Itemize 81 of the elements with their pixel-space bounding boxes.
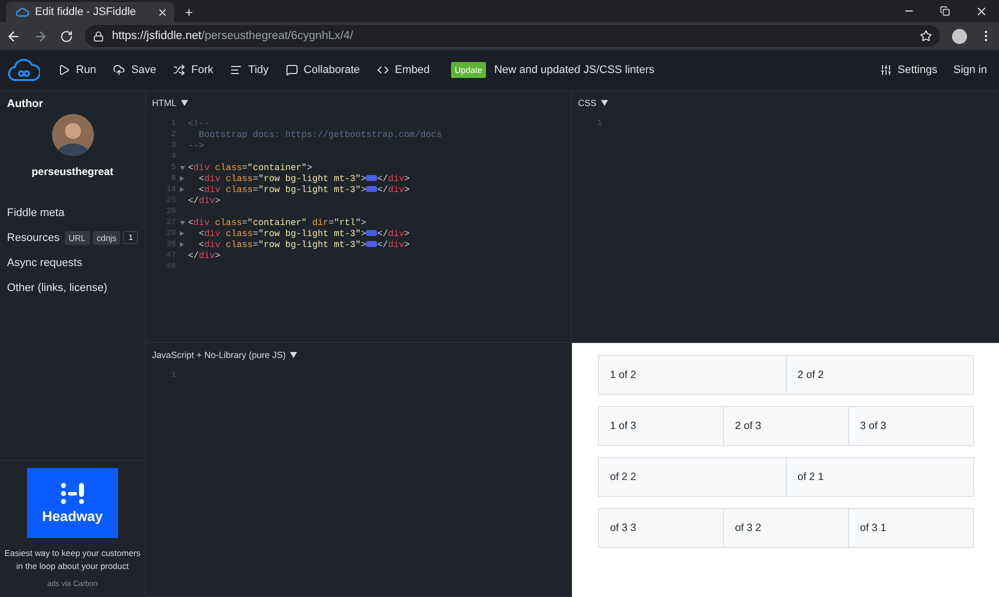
new-tab-button[interactable]: + [178, 2, 200, 22]
update-message: New and updated JS/CSS linters [494, 64, 654, 76]
collapsed-marker-icon[interactable] [366, 241, 378, 248]
play-icon [58, 64, 70, 76]
collapsed-marker-icon[interactable] [366, 230, 378, 236]
close-icon[interactable] [974, 4, 988, 18]
url-text: https://jsfiddle.net/perseusthegreat/6cygnhLx/4/ [112, 30, 354, 42]
code-line: <div class="row bg-light mt-3"> </div> [198, 184, 410, 194]
code-icon [376, 64, 389, 76]
sidebar-item[interactable]: Resources [7, 232, 60, 244]
grid-column: of 3 2 [723, 508, 849, 548]
sidebar-item[interactable]: Fiddle meta [7, 206, 64, 218]
collapsed-marker-icon[interactable] [366, 186, 378, 192]
lock-icon [93, 30, 104, 42]
settings-icon [880, 64, 892, 76]
panel-language-dropdown[interactable]: JavaScript + No-Library (pure JS) [152, 350, 297, 360]
grid-column: of 3 1 [848, 508, 974, 548]
toolbar-button[interactable]: Run [58, 64, 96, 76]
toolbar-button[interactable]: Save [113, 64, 156, 76]
fold-arrow-icon[interactable] [180, 242, 184, 247]
caret-icon [290, 352, 297, 358]
profile-icon[interactable] [952, 28, 967, 44]
avatar-icon [52, 114, 94, 156]
code-line: </div> [188, 250, 220, 260]
grid-column: 1 of 2 [598, 355, 786, 395]
code-line: </div> [188, 196, 220, 206]
toolbar-button[interactable]: Fork [173, 64, 214, 76]
code-line: <div class="container"> [188, 162, 312, 172]
panel-language-dropdown[interactable]: CSS [578, 98, 608, 108]
sidebar-item[interactable]: Async requests [7, 256, 82, 268]
address-field[interactable]: https://jsfiddle.net/perseusthegreat/6cygnhLx/4/ [85, 25, 940, 47]
username[interactable]: perseusthegreat [7, 166, 138, 178]
ad-text[interactable]: Easiest way to keep your customers in the loop about your product [2, 547, 142, 573]
fold-arrow-icon[interactable] [180, 176, 184, 181]
grid-column: 1 of 3 [598, 406, 724, 446]
code-line: <!-- [188, 118, 210, 128]
grid-column: of 2 1 [786, 457, 974, 497]
shuffle-icon [173, 64, 186, 76]
grid-column: 2 of 2 [786, 355, 974, 395]
fold-arrow-icon[interactable] [180, 166, 184, 170]
fold-arrow-icon[interactable] [180, 231, 184, 236]
lines-icon [230, 64, 242, 76]
author-heading: Author [7, 98, 44, 110]
back-button[interactable] [6, 28, 21, 44]
ad-banner[interactable]: Headway [27, 468, 118, 538]
code-line: <div class="row bg-light mt-3"> </div> [198, 228, 410, 238]
fold-arrow-icon[interactable] [180, 187, 184, 192]
code-line: Bootstrap docs: https://getbootstrap.com/docs [198, 130, 442, 140]
reload-button[interactable] [60, 30, 73, 42]
update-badge: Update [450, 62, 486, 78]
settings-button[interactable]: Settings [880, 64, 938, 76]
cloud-logo-icon[interactable] [8, 58, 40, 82]
toolbar-button[interactable]: Tidy [230, 64, 269, 76]
sidebar-item[interactable]: Other (links, license) [7, 282, 108, 294]
panel-language-dropdown[interactable]: HTML [152, 98, 188, 108]
resource-count: 1 [123, 231, 138, 244]
cloud-icon [16, 7, 29, 17]
fold-arrow-icon[interactable] [180, 220, 184, 224]
collapsed-marker-icon[interactable] [366, 175, 378, 182]
caret-icon [180, 100, 188, 106]
close-icon[interactable] [157, 6, 168, 18]
sign-in-link[interactable]: Sign in [953, 64, 987, 76]
toolbar-button[interactable]: Embed [376, 64, 430, 76]
browser-tab[interactable]: Edit fiddle - JSFiddle [6, 2, 174, 22]
resource-tag[interactable]: cdnjs [92, 230, 120, 244]
code-line: <div class="row bg-light mt-3"> </div> [198, 174, 410, 184]
star-icon[interactable] [920, 30, 932, 42]
grid-column: of 3 3 [598, 508, 724, 548]
caret-icon [600, 100, 608, 106]
grid-column: 2 of 3 [723, 406, 849, 446]
code-line: --> [188, 140, 204, 150]
upload-cloud-icon [113, 64, 126, 76]
restore-icon[interactable] [940, 6, 950, 16]
headway-logo-icon [60, 482, 86, 504]
resource-tag[interactable]: URL [64, 230, 90, 244]
code-line: <div class="container" dir="rtl"> [188, 218, 366, 228]
grid-column: 3 of 3 [848, 406, 974, 446]
grid-column: of 2 2 [598, 457, 786, 497]
toolbar-button[interactable]: Collaborate [286, 64, 360, 76]
code-line: <div class="row bg-light mt-3"> </div> [198, 240, 410, 250]
chat-icon [286, 64, 298, 76]
